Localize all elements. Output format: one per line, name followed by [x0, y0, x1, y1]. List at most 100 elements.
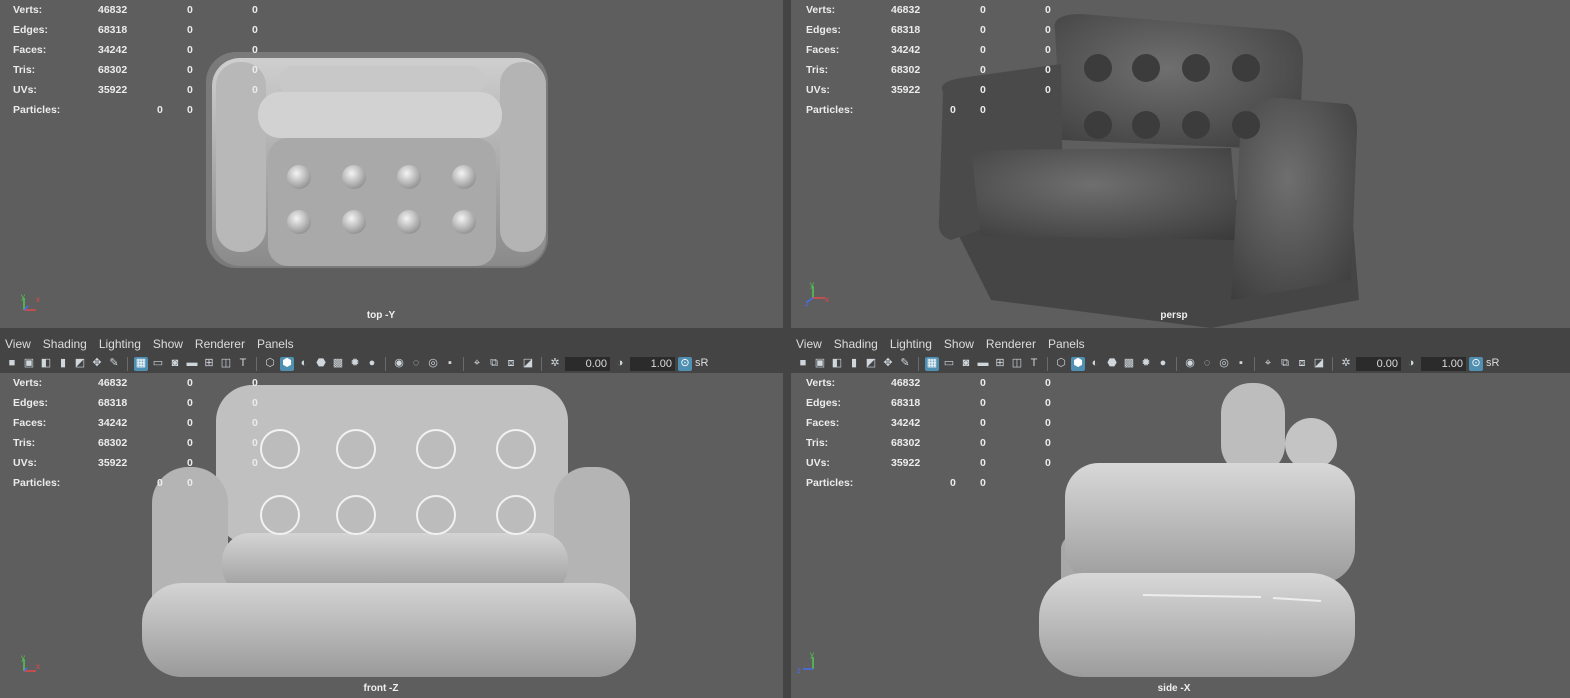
- xray-icon[interactable]: ⧉: [487, 357, 501, 371]
- exposure-field[interactable]: 0.00: [1356, 356, 1401, 371]
- film-gate-icon[interactable]: ▭: [942, 357, 956, 371]
- exposure-icon[interactable]: ✲: [1339, 357, 1353, 371]
- two-d-pan-icon[interactable]: ✥: [881, 357, 895, 371]
- menu-panels[interactable]: Panels: [1043, 337, 1092, 351]
- shaded-wireframe-icon[interactable]: ◐: [297, 357, 311, 371]
- menu-lighting[interactable]: Lighting: [94, 337, 148, 351]
- resolution-gate-icon[interactable]: ◙: [959, 357, 973, 371]
- checker-icon[interactable]: ▩: [331, 357, 345, 371]
- depth-of-field-icon[interactable]: ▪: [1234, 357, 1248, 371]
- shadows-icon[interactable]: ●: [1156, 357, 1170, 371]
- camera-name-label: front -Z: [363, 683, 399, 694]
- safe-action-icon[interactable]: ◫: [1010, 357, 1024, 371]
- camera-attributes-icon[interactable]: ◧: [830, 357, 844, 371]
- axis-gizmo: y x z: [805, 280, 829, 306]
- grease-pencil-icon[interactable]: ✎: [898, 357, 912, 371]
- shadows-icon[interactable]: ●: [365, 357, 379, 371]
- gate-mask-icon[interactable]: ▬: [976, 357, 990, 371]
- color-management-icon[interactable]: ⊙: [1469, 356, 1483, 371]
- menu-shading[interactable]: Shading: [829, 337, 885, 351]
- gamma-icon[interactable]: ◑: [1404, 357, 1418, 371]
- checker-icon[interactable]: ▩: [1122, 357, 1136, 371]
- menu-lighting[interactable]: Lighting: [885, 337, 939, 351]
- color-management-icon[interactable]: ⊙: [678, 356, 692, 371]
- safe-action-icon[interactable]: ◫: [219, 357, 233, 371]
- svg-text:x: x: [36, 295, 40, 304]
- wireframe-icon[interactable]: ⬡: [1054, 357, 1068, 371]
- tuft-button: [342, 210, 366, 234]
- wireframe-icon[interactable]: ⬡: [263, 357, 277, 371]
- isolate-icon[interactable]: ⌖: [1261, 357, 1275, 371]
- camera-lock-icon[interactable]: ▣: [22, 357, 36, 371]
- grid-icon[interactable]: ▦: [134, 356, 148, 371]
- colorspace-label[interactable]: sR: [1486, 357, 1499, 371]
- grease-pencil-icon[interactable]: ✎: [107, 357, 121, 371]
- svg-text:x: x: [36, 662, 40, 671]
- camera-lock-icon[interactable]: ▣: [813, 357, 827, 371]
- menu-renderer[interactable]: Renderer: [981, 337, 1043, 351]
- field-chart-icon[interactable]: ⊞: [202, 357, 216, 371]
- tuft-button: [1182, 111, 1210, 139]
- isolate-icon[interactable]: ⌖: [470, 357, 484, 371]
- viewport-toolbar: ■ ▣ ◧ ▮ ◩ ✥ ✎ ▦ ▭ ◙ ▬ ⊞ ◫ T ⬡ ⬢ ◐ ⬣ ▩ ✹ …: [791, 354, 1570, 373]
- safe-title-icon[interactable]: T: [236, 357, 250, 371]
- shaded-wireframe-icon[interactable]: ◐: [1088, 357, 1102, 371]
- xray-joints-icon[interactable]: ⧈: [1295, 357, 1309, 371]
- textured-icon[interactable]: ⬣: [314, 357, 328, 371]
- viewport-persp[interactable]: Verts: 46832 0 0 Edges: 68318 0 0 Faces: 34242 0…: [791, 0, 1570, 328]
- toolbar-separator: [1254, 356, 1255, 371]
- exposure-icon[interactable]: ✲: [548, 357, 562, 371]
- tuft-button: [342, 165, 366, 189]
- smooth-shade-icon[interactable]: ⬢: [280, 356, 294, 371]
- viewport-divider-vertical[interactable]: [783, 0, 791, 698]
- xray-components-icon[interactable]: ◪: [521, 357, 535, 371]
- ambient-occlusion-icon[interactable]: ◉: [1183, 357, 1197, 371]
- viewport-side[interactable]: View Shading Lighting Show Renderer Pane…: [791, 333, 1570, 698]
- menu-renderer[interactable]: Renderer: [190, 337, 252, 351]
- lights-icon[interactable]: ✹: [348, 357, 362, 371]
- xray-joints-icon[interactable]: ⧈: [504, 357, 518, 371]
- gate-mask-icon[interactable]: ▬: [185, 357, 199, 371]
- viewport-menubar: View Shading Lighting Show Renderer Pane…: [0, 333, 783, 354]
- gamma-field[interactable]: 1.00: [1421, 356, 1466, 371]
- menu-view[interactable]: View: [0, 337, 38, 351]
- menu-show[interactable]: Show: [148, 337, 190, 351]
- gamma-icon[interactable]: ◑: [613, 357, 627, 371]
- exposure-field[interactable]: 0.00: [565, 356, 610, 371]
- image-plane-icon[interactable]: ◩: [73, 357, 87, 371]
- depth-of-field-icon[interactable]: ▪: [443, 357, 457, 371]
- two-d-pan-icon[interactable]: ✥: [90, 357, 104, 371]
- camera-attributes-icon[interactable]: ◧: [39, 357, 53, 371]
- safe-title-icon[interactable]: T: [1027, 357, 1041, 371]
- image-plane-icon[interactable]: ◩: [864, 357, 878, 371]
- colorspace-label[interactable]: sR: [695, 357, 708, 371]
- menu-panels[interactable]: Panels: [252, 337, 301, 351]
- ambient-occlusion-icon[interactable]: ◉: [392, 357, 406, 371]
- field-chart-icon[interactable]: ⊞: [993, 357, 1007, 371]
- menu-show[interactable]: Show: [939, 337, 981, 351]
- grid-icon[interactable]: ▦: [925, 356, 939, 371]
- lights-icon[interactable]: ✹: [1139, 357, 1153, 371]
- textured-icon[interactable]: ⬣: [1105, 357, 1119, 371]
- tuft-button: [1084, 54, 1112, 82]
- xray-icon[interactable]: ⧉: [1278, 357, 1292, 371]
- bookmark-icon[interactable]: ▮: [847, 357, 861, 371]
- anti-aliasing-icon[interactable]: ◎: [1217, 357, 1231, 371]
- motion-blur-icon[interactable]: ◌: [1200, 357, 1214, 371]
- gamma-field[interactable]: 1.00: [630, 356, 675, 371]
- camera-icon[interactable]: ■: [796, 357, 810, 371]
- resolution-gate-icon[interactable]: ◙: [168, 357, 182, 371]
- film-gate-icon[interactable]: ▭: [151, 357, 165, 371]
- smooth-shade-icon[interactable]: ⬢: [1071, 356, 1085, 371]
- xray-components-icon[interactable]: ◪: [1312, 357, 1326, 371]
- viewport-front[interactable]: View Shading Lighting Show Renderer Pane…: [0, 333, 783, 698]
- toolbar-separator: [541, 356, 542, 371]
- menu-view[interactable]: View: [791, 337, 829, 351]
- bookmark-icon[interactable]: ▮: [56, 357, 70, 371]
- viewport-top[interactable]: Verts: 46832 0 0 Edges: 68318 0 0 Faces: 34242 0…: [0, 0, 783, 328]
- viewport-divider-horizontal[interactable]: [0, 328, 1570, 333]
- motion-blur-icon[interactable]: ◌: [409, 357, 423, 371]
- anti-aliasing-icon[interactable]: ◎: [426, 357, 440, 371]
- camera-icon[interactable]: ■: [5, 357, 19, 371]
- menu-shading[interactable]: Shading: [38, 337, 94, 351]
